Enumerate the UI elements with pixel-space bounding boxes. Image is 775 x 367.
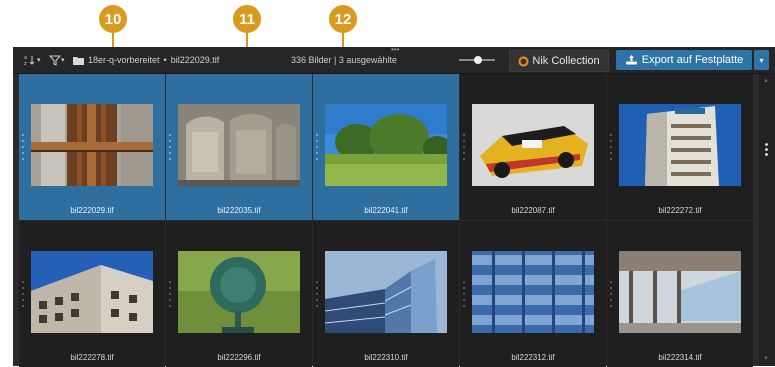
thumbnail-image[interactable] <box>472 104 594 186</box>
thumbnail-image[interactable] <box>619 251 741 333</box>
toolbar: a z ▾ ▾ 18er-q-vorbereitet • bil222029.t… <box>13 46 775 74</box>
thumbnail-filename: bil222314.tif <box>658 353 702 362</box>
breadcrumb-folder[interactable]: 18er-q-vorbereitet <box>88 55 160 65</box>
breadcrumb-file[interactable]: bil222029.tif <box>171 55 220 65</box>
export-dropdown-button[interactable]: ▾ <box>754 50 769 70</box>
thumbnail-cell[interactable]: bil222312.tif <box>460 221 606 367</box>
filter-menu[interactable]: ▾ <box>49 47 65 73</box>
sort-menu[interactable]: a z ▾ <box>23 47 41 73</box>
nik-collection-label: Nik Collection <box>532 55 600 67</box>
callout-12-label: 12 <box>334 10 352 28</box>
drag-handle[interactable] <box>609 132 613 162</box>
more-options-icon[interactable] <box>765 142 768 156</box>
filter-icon <box>49 55 61 66</box>
sort-icon: a z <box>24 55 35 67</box>
callout-11-label: 11 <box>239 10 255 28</box>
export-label: Export auf Festplatte <box>641 54 744 66</box>
thumbnail-image[interactable] <box>31 104 153 186</box>
selection-count: 336 Bilder | 3 ausgewählte <box>291 55 397 65</box>
thumbnail-image[interactable] <box>325 251 447 333</box>
drag-handle[interactable] <box>21 279 25 309</box>
thumbnail-cell[interactable]: bil222041.tif <box>313 74 459 220</box>
thumbnail-cell[interactable]: bil222029.tif <box>19 74 165 220</box>
slider-handle[interactable] <box>474 56 482 64</box>
drag-handle[interactable] <box>609 279 613 309</box>
breadcrumb[interactable]: 18er-q-vorbereitet • bil222029.tif <box>73 47 219 73</box>
thumbnail-image[interactable] <box>325 104 447 186</box>
drag-handle[interactable] <box>168 132 172 162</box>
thumbnail-image[interactable] <box>619 104 741 186</box>
thumbnail-image[interactable] <box>178 104 300 186</box>
callout-10-label: 10 <box>104 10 122 28</box>
chevron-down-icon: ▾ <box>759 55 764 65</box>
drag-handle[interactable] <box>462 279 466 309</box>
drag-handle[interactable] <box>315 279 319 309</box>
thumbnail-size-slider[interactable] <box>459 47 495 73</box>
thumbnail-filename: bil222272.tif <box>658 206 702 215</box>
thumbnail-image[interactable] <box>31 251 153 333</box>
thumbnail-cell[interactable]: bil222278.tif <box>19 221 165 367</box>
thumbnail-cell[interactable]: bil222087.tif <box>460 74 606 220</box>
scroll-down-icon[interactable]: ▼ <box>763 356 769 362</box>
chevron-down-icon: ▾ <box>61 57 65 64</box>
thumbnail-filename: bil222278.tif <box>70 353 114 362</box>
folder-icon <box>73 56 84 65</box>
breadcrumb-separator: • <box>163 55 167 65</box>
thumbnail-cell[interactable]: bil222296.tif <box>166 221 312 367</box>
thumbnail-filename: bil222310.tif <box>364 353 408 362</box>
callout-12: 12 <box>329 5 357 33</box>
callout-11: 11 <box>233 5 261 33</box>
nik-collection-button[interactable]: Nik Collection <box>509 50 609 72</box>
callout-10: 10 <box>99 5 127 33</box>
svg-text:z: z <box>24 61 27 67</box>
thumbnail-image[interactable] <box>472 251 594 333</box>
thumbnail-cell[interactable]: bil222272.tif <box>607 74 753 220</box>
drag-handle[interactable] <box>462 132 466 162</box>
drag-handle[interactable]: ••• <box>391 46 399 54</box>
chevron-down-icon: ▾ <box>37 57 41 64</box>
thumbnail-filename: bil222087.tif <box>511 206 555 215</box>
app-window: a z ▾ ▾ 18er-q-vorbereitet • bil222029.t… <box>13 46 775 367</box>
thumbnail-filename: bil222312.tif <box>511 353 555 362</box>
thumbnail-filename: bil222035.tif <box>217 206 261 215</box>
drag-handle[interactable] <box>21 132 25 162</box>
export-button[interactable]: Export auf Festplatte <box>616 50 752 70</box>
drag-handle[interactable] <box>315 132 319 162</box>
thumbnail-cell[interactable]: bil222314.tif <box>607 221 753 367</box>
scroll-up-icon[interactable]: ▲ <box>763 78 769 84</box>
thumbnail-grid: bil222029.tif bil222035.tif bil222041.ti… <box>19 74 755 367</box>
export-icon <box>625 55 637 65</box>
thumbnail-image[interactable] <box>178 251 300 333</box>
thumbnail-filename: bil222296.tif <box>217 353 261 362</box>
thumbnail-filename: bil222041.tif <box>364 206 408 215</box>
drag-handle[interactable] <box>168 279 172 309</box>
thumbnail-cell[interactable]: bil222035.tif <box>166 74 312 220</box>
nik-collection-icon <box>518 55 529 67</box>
status-text: 336 Bilder | 3 ausgewählte <box>291 47 397 73</box>
slider-track <box>459 56 495 64</box>
thumbnail-cell[interactable]: bil222310.tif <box>313 221 459 367</box>
thumbnail-filename: bil222029.tif <box>70 206 114 215</box>
scrollbar[interactable]: ▲ ▼ <box>759 74 775 366</box>
